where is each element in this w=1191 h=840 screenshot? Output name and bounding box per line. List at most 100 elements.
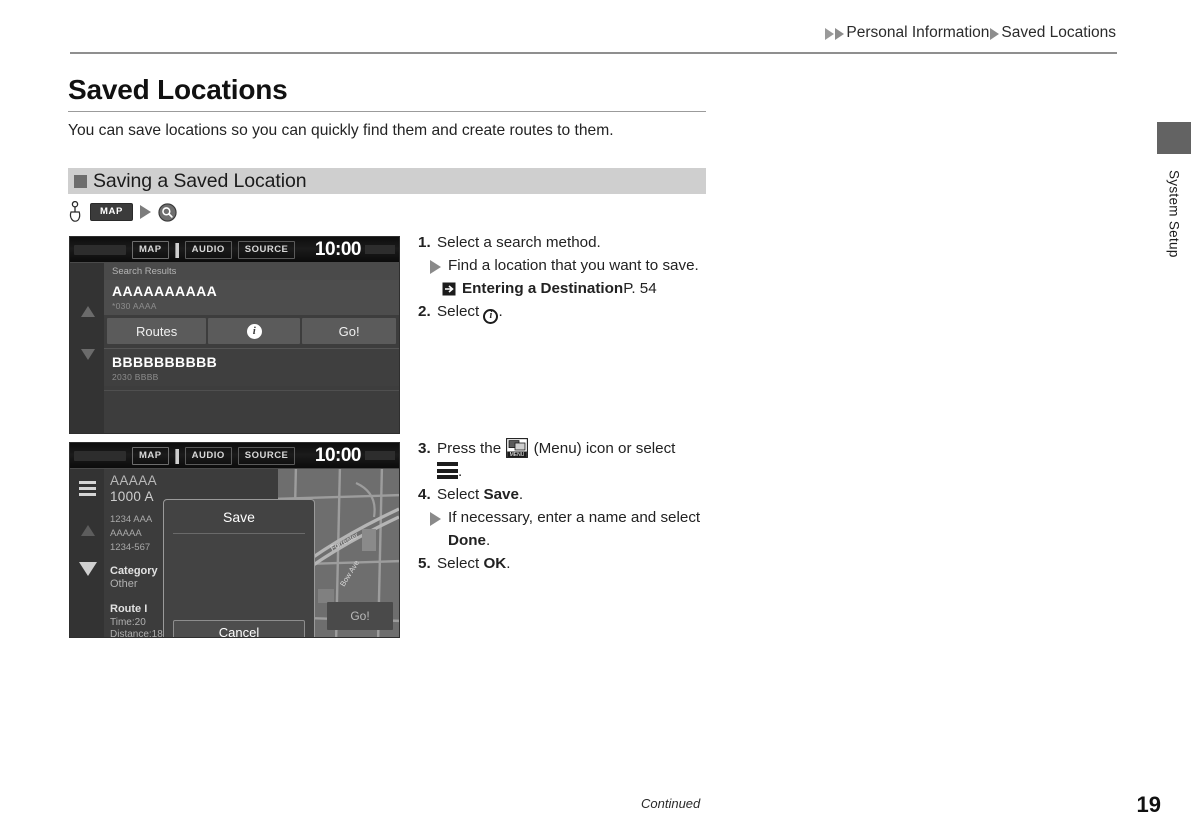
step-text-after: . <box>506 555 511 573</box>
step-text: Select OK. <box>437 552 718 575</box>
place-name-line-1: AAAAA <box>110 473 158 488</box>
substep-text: Find a location that you want to save. <box>448 257 699 275</box>
map-go-button[interactable]: Go! <box>327 602 393 630</box>
step-text-mid: (Menu) icon or select <box>529 440 676 457</box>
navigation-path-row: MAP <box>66 200 177 224</box>
place-detail-body: Forrester Bow Ave Go! AAAAA 1000 A 1234 … <box>70 469 399 637</box>
list-item-action-row: Routes i Go! <box>107 318 397 345</box>
list-item-title: BBBBBBBBBB <box>112 354 218 371</box>
step-text-bold: OK <box>483 555 507 573</box>
breadcrumb-triangle-icon-3 <box>990 28 1000 40</box>
go-button[interactable]: Go! <box>302 318 397 345</box>
step-4: 4. Select Save. <box>418 483 718 506</box>
hamburger-bar <box>437 475 458 480</box>
breadcrumb: Personal Information Saved Locations <box>825 24 1117 42</box>
step-text-before: Select <box>437 303 484 321</box>
topbar-map-button[interactable]: MAP <box>132 241 169 259</box>
step-1-reference: Entering a DestinationP. 54 <box>442 277 718 300</box>
step-number: 5. <box>418 555 431 573</box>
substep-text-after: . <box>485 532 491 550</box>
section-header-band: Saving a Saved Location <box>68 168 706 194</box>
list-empty-row <box>104 390 399 426</box>
page-title: Saved Locations <box>68 74 288 105</box>
save-dialog: Save Cancel <box>163 499 315 637</box>
topbar-left-stub <box>74 451 126 461</box>
side-tab-marker <box>1157 122 1191 154</box>
footer-page-number: 19 <box>1136 792 1161 817</box>
topbar-audio-button[interactable]: AUDIO <box>184 447 232 465</box>
path-arrow-icon <box>139 205 151 219</box>
step-text: Select a search method. <box>437 234 601 251</box>
step-4-substep: If necessary, enter a name and select Do… <box>430 506 718 552</box>
list-item[interactable]: AAAAAAAAAA *030 AAAA <box>104 280 399 316</box>
info-circle-icon: i <box>246 323 262 339</box>
reference-page: P. 54 <box>623 280 657 298</box>
topbar-left-stub <box>74 245 126 255</box>
step-5: 5. Select OK. <box>418 552 718 575</box>
scroll-down-arrow-icon[interactable] <box>81 349 95 360</box>
info-button[interactable]: i <box>208 318 301 345</box>
topbar-source-button[interactable]: SOURCE <box>237 447 296 465</box>
scroll-down-arrow-icon[interactable] <box>79 562 97 576</box>
step-number: 3. <box>418 440 431 457</box>
topbar-separator <box>174 448 179 464</box>
cancel-button[interactable]: Cancel <box>173 620 305 637</box>
breadcrumb-item-saved-locations: Saved Locations <box>1001 24 1116 41</box>
menu-button-icon: MENU <box>506 438 529 458</box>
routes-button[interactable]: Routes <box>107 318 207 345</box>
step-3-continuation: . <box>418 460 718 483</box>
list-item-subtitle: *030 AAAA <box>112 301 157 312</box>
reference-text: Entering a DestinationP. 54 <box>462 277 657 300</box>
list-item-subtitle: 2030 BBBB <box>112 372 159 383</box>
step-text-bold: Save <box>483 486 519 504</box>
substep-triangle-icon <box>430 512 441 527</box>
step-number: 4. <box>418 486 431 504</box>
intro-paragraph: You can save locations so you can quickl… <box>68 122 614 139</box>
reference-title: Entering a Destination <box>462 280 624 298</box>
info-circle-icon: i <box>483 308 499 324</box>
search-results-list: Search Results AAAAAAAAAA *030 AAAA Rout… <box>104 263 399 433</box>
topbar-source-button[interactable]: SOURCE <box>237 241 296 259</box>
topbar-right-stub <box>365 451 395 460</box>
list-item[interactable]: BBBBBBBBBB 2030 BBBB <box>104 348 399 387</box>
scroll-up-arrow-icon[interactable] <box>81 306 95 317</box>
save-dialog-divider <box>173 533 305 534</box>
topbar-separator <box>174 242 179 258</box>
breadcrumb-triangle-icon-2 <box>835 28 845 40</box>
device-screenshot-search-results: MAP AUDIO SOURCE 10:00 Search Results AA… <box>69 236 400 434</box>
instruction-list-lower: 3. Press the MENU (Menu) icon or select … <box>418 437 718 576</box>
substep-text-bold: Done <box>448 532 486 550</box>
map-key-button[interactable]: MAP <box>90 202 133 222</box>
topbar-audio-button[interactable]: AUDIO <box>184 241 232 259</box>
step-text: Select Save. <box>437 483 718 506</box>
hamburger-menu-icon[interactable] <box>79 481 96 499</box>
step-1-substep: Find a location that you want to save. <box>430 254 718 277</box>
step-text-after: . <box>518 486 524 504</box>
hamburger-menu-icon <box>437 462 458 480</box>
scroll-rail[interactable] <box>70 263 104 433</box>
hamburger-bar <box>437 468 458 473</box>
scroll-up-arrow-icon[interactable] <box>81 525 95 536</box>
device-topbar: MAP AUDIO SOURCE 10:00 <box>70 443 399 469</box>
scroll-rail[interactable] <box>70 469 104 637</box>
title-divider <box>68 111 706 112</box>
magnifier-icon[interactable] <box>158 202 177 222</box>
header-divider <box>70 52 1117 54</box>
cross-reference-arrow-icon <box>442 282 456 296</box>
breadcrumb-triangle-icon <box>825 28 835 40</box>
topbar-right-stub <box>365 245 395 254</box>
hamburger-bar <box>79 493 96 496</box>
step-number: 2. <box>418 303 431 321</box>
save-dialog-title: Save <box>223 509 255 525</box>
step-3: 3. Press the MENU (Menu) icon or select <box>418 437 718 460</box>
step-text: Select i. <box>437 300 718 324</box>
step-2: 2. Select i. <box>418 300 718 324</box>
topbar-clock: 10:00 <box>314 445 362 466</box>
step-text-after: . <box>458 463 463 481</box>
step-text-before: Press the <box>437 440 506 457</box>
search-results-label: Search Results <box>104 263 399 280</box>
substep-text: If necessary, enter a name and select Do… <box>448 506 718 552</box>
search-results-body: Search Results AAAAAAAAAA *030 AAAA Rout… <box>70 263 399 433</box>
step-text-after: . <box>498 303 503 321</box>
topbar-map-button[interactable]: MAP <box>132 447 169 465</box>
